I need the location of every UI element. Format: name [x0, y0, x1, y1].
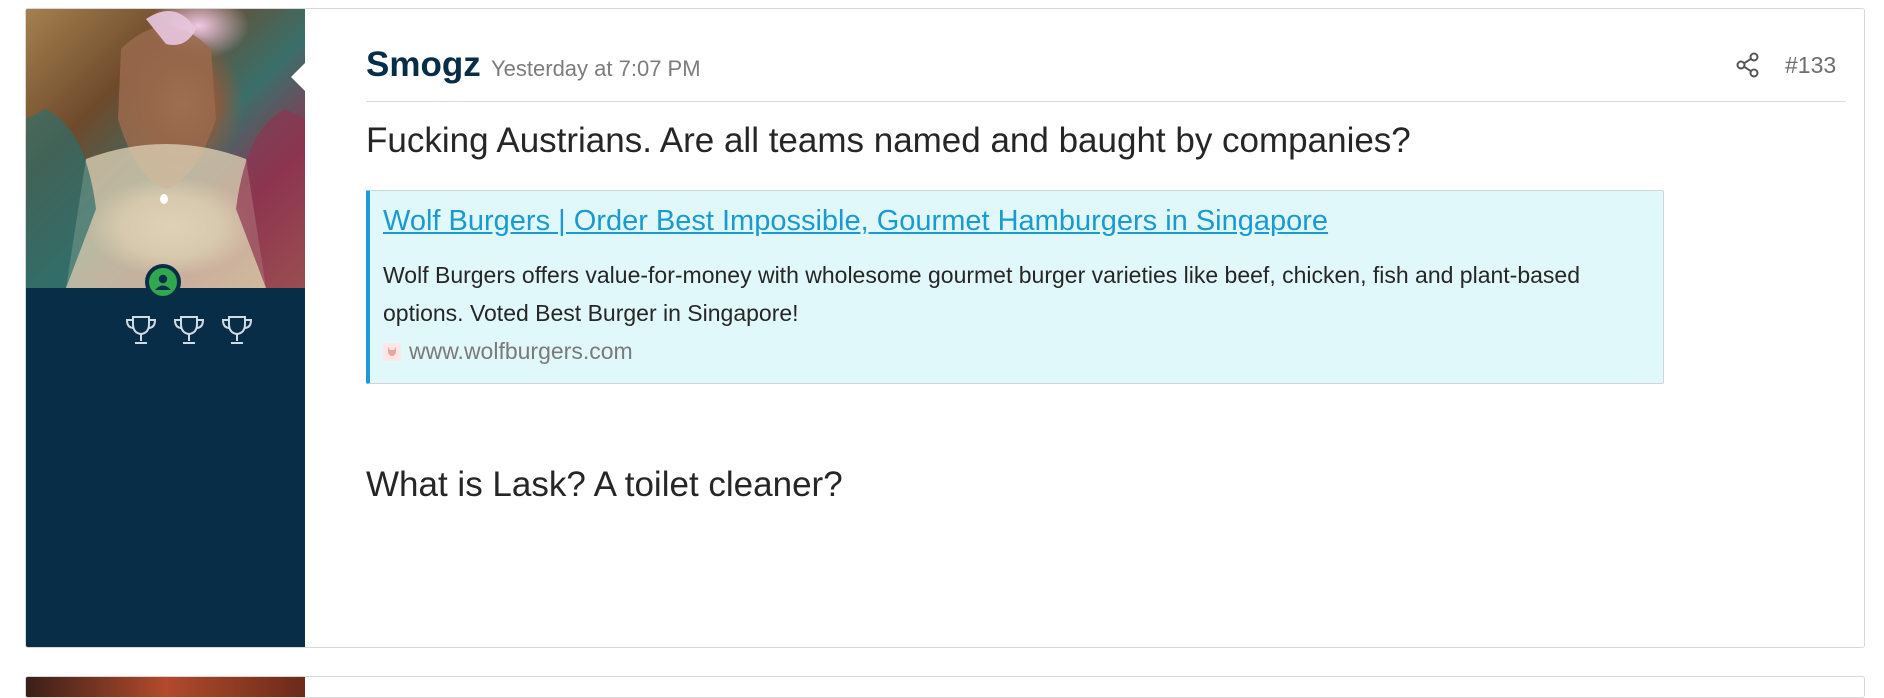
link-preview-domain: www.wolfburgers.com — [383, 338, 633, 365]
link-preview-description: Wolf Burgers offers value-for-money with… — [383, 262, 1581, 326]
post-timestamp[interactable]: Yesterday at 7:07 PM — [491, 56, 701, 82]
post-paragraph: Fucking Austrians. Are all teams named a… — [366, 121, 1411, 160]
username-link[interactable]: Smogz — [366, 45, 481, 85]
post-paragraph: What is Lask? A toilet cleaner? — [366, 465, 843, 504]
site-favicon-icon — [383, 342, 401, 361]
next-forum-post — [25, 676, 1865, 698]
online-status-icon — [145, 264, 181, 300]
trophy-icon[interactable] — [123, 312, 159, 348]
trophy-icon[interactable] — [171, 312, 207, 348]
link-preview-domain-text: www.wolfburgers.com — [409, 338, 633, 364]
post-header: Smogz Yesterday at 7:07 PM #133 — [366, 35, 1846, 102]
avatar[interactable] — [26, 9, 305, 288]
next-avatar[interactable] — [26, 677, 305, 697]
trophy-icon[interactable] — [219, 312, 255, 348]
user-sidebar — [26, 9, 305, 647]
share-icon[interactable] — [1734, 51, 1762, 79]
trophy-list — [123, 312, 263, 352]
forum-post: Smogz Yesterday at 7:07 PM #133 Fucking … — [25, 8, 1865, 648]
link-preview-title[interactable]: Wolf Burgers | Order Best Impossible, Go… — [383, 205, 1328, 238]
sidebar-notch — [291, 63, 305, 91]
post-main: Smogz Yesterday at 7:07 PM #133 Fucking … — [366, 9, 1846, 647]
link-preview[interactable]: Wolf Burgers | Order Best Impossible, Go… — [366, 190, 1664, 384]
next-user-sidebar — [26, 677, 305, 697]
post-number-link[interactable]: #133 — [1785, 52, 1836, 79]
avatar-image — [26, 11, 305, 288]
